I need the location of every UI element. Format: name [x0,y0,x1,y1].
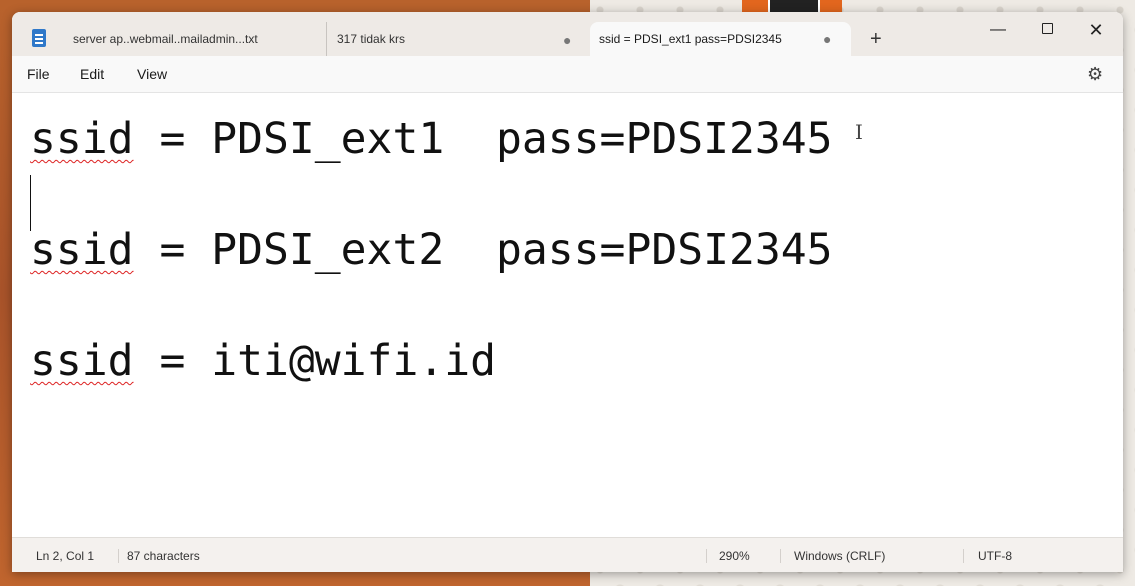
maximize-button[interactable] [1024,16,1070,44]
status-bar: Ln 2, Col 1 87 characters 290% Windows (… [12,537,1123,572]
menu-file[interactable]: File [27,66,50,82]
unsaved-dot-icon[interactable]: ● [823,22,831,56]
settings-gear-icon[interactable]: ⚙ [1087,64,1103,85]
new-tab-button[interactable]: + [870,28,882,50]
notepad-app-icon [32,29,46,47]
title-bar: server ap..webmail..mailadmin...txt 317 … [12,12,1123,56]
tab-label: ssid = PDSI_ext1 pass=PDSI2345 [599,32,782,46]
spellcheck-word: ssid [30,114,134,164]
close-button[interactable]: ✕ [1073,16,1119,44]
zoom-level[interactable]: 290% [706,549,750,563]
text-editor[interactable]: ssid = PDSI_ext1 pass=PDSI2345 ssid = PD… [12,93,1123,537]
encoding[interactable]: UTF-8 [963,549,1012,563]
minimize-button[interactable]: — [975,16,1021,44]
tab-ssid-active[interactable]: ssid = PDSI_ext1 pass=PDSI2345 ● [590,22,851,56]
menu-bar: File Edit View ⚙ [12,56,1123,93]
line-text: = PDSI_ext2 pass=PDSI2345 [133,225,833,275]
tab-server-webmail[interactable]: server ap..webmail..mailadmin...txt [60,22,325,56]
tab-label: server ap..webmail..mailadmin...txt [73,32,258,46]
notepad-window: server ap..webmail..mailadmin...txt 317 … [12,12,1123,572]
line-text: = PDSI_ext1 pass=PDSI2345 [133,114,833,164]
spellcheck-word: ssid [30,336,134,386]
menu-edit[interactable]: Edit [80,66,104,82]
character-count: 87 characters [118,549,200,563]
cursor-position: Ln 2, Col 1 [36,549,95,563]
unsaved-dot-icon: ● [563,32,572,48]
spellcheck-word: ssid [30,225,134,275]
maximize-icon [1041,23,1053,34]
editor-line: ssid = PDSI_ext2 pass=PDSI2345 [30,222,833,278]
editor-line: ssid = PDSI_ext1 pass=PDSI2345 [30,111,833,167]
line-text: = iti@wifi.id [133,336,496,386]
tab-label: 317 tidak krs [337,32,406,46]
menu-view[interactable]: View [137,66,167,82]
line-ending[interactable]: Windows (CRLF) [780,549,885,563]
tab-317-tidak-krs[interactable]: 317 tidak krs [326,22,588,56]
editor-line: ssid = iti@wifi.id [30,333,496,389]
ibeam-cursor-icon: I [855,120,863,144]
